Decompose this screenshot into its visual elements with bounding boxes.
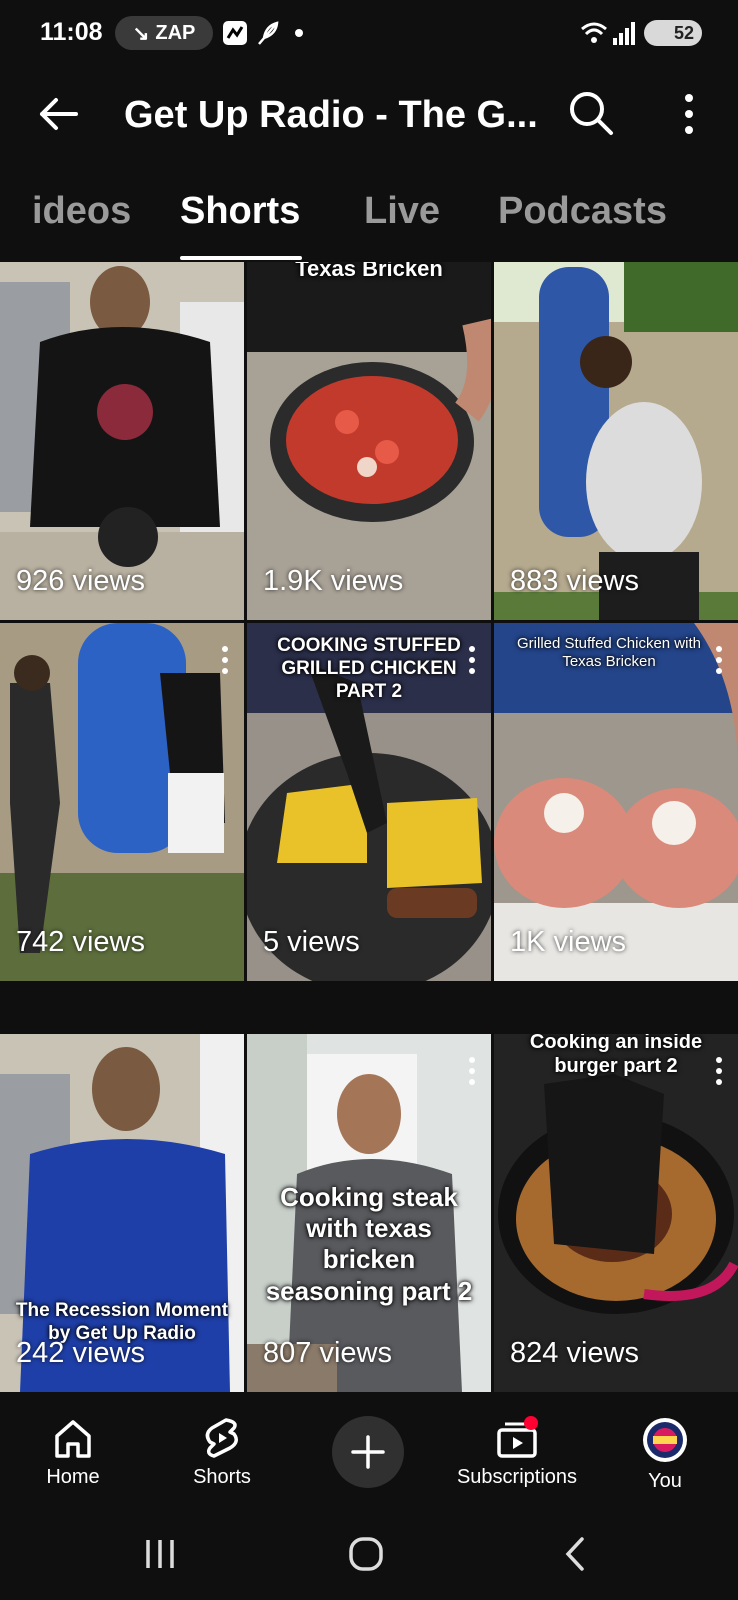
short-caption: Grilled Stuffed Chicken with Texas Brick… — [517, 635, 701, 670]
more-options-icon[interactable] — [714, 645, 724, 675]
short-view-count: 1K views — [510, 926, 627, 958]
plus-icon — [351, 1435, 385, 1469]
short-tile[interactable]: 926 views — [0, 262, 244, 620]
nav-home[interactable]: Home — [8, 1416, 138, 1489]
short-caption: Texas Bricken — [295, 262, 443, 281]
short-view-count: 883 views — [510, 565, 639, 597]
nav-subscriptions-label: Subscriptions — [456, 1466, 578, 1488]
more-options-icon[interactable] — [467, 645, 477, 675]
tab-videos[interactable]: ideos — [32, 190, 131, 233]
nav-you-label: You — [648, 1470, 682, 1492]
more-options-icon[interactable] — [674, 92, 704, 136]
short-view-count: 1.9K views — [263, 565, 404, 597]
short-view-count: 926 views — [16, 565, 145, 597]
system-navigation-bar — [0, 1512, 738, 1600]
short-tile[interactable]: 742 views — [0, 623, 244, 981]
create-button[interactable] — [332, 1416, 404, 1488]
carrier-badge: ↘ ZAP — [115, 16, 213, 50]
back-system-icon[interactable] — [560, 1536, 590, 1572]
short-caption: Cooking an inside burger part 2 — [529, 1034, 703, 1077]
notification-dot — [524, 1416, 538, 1430]
nav-shorts-label: Shorts — [193, 1466, 251, 1488]
channel-title: Get Up Radio - The G... — [124, 94, 538, 136]
short-view-count: 807 views — [263, 1337, 392, 1369]
nav-home-label: Home — [46, 1466, 100, 1488]
channel-tabs: ideos Shorts Live Podcasts — [0, 172, 738, 262]
wifi-icon — [581, 22, 607, 43]
short-tile[interactable]: Cooking an inside burger part 2 824 view… — [494, 1034, 738, 1392]
back-arrow-icon[interactable] — [36, 92, 80, 136]
signal-icon — [613, 22, 635, 45]
more-options-icon[interactable] — [714, 1056, 724, 1086]
app-notification-icon — [223, 21, 247, 45]
shorts-grid: 926 views Texas Bricken 1.9K views 883 v… — [0, 262, 738, 1402]
short-tile[interactable]: Grilled Stuffed Chicken with Texas Brick… — [494, 623, 738, 981]
status-time: 11:08 — [40, 18, 103, 46]
missed-call-icon: ↘ — [132, 22, 150, 45]
more-options-icon[interactable] — [220, 645, 230, 675]
tab-live[interactable]: Live — [364, 190, 440, 233]
short-view-count: 242 views — [16, 1337, 145, 1369]
subscriptions-icon — [497, 1416, 538, 1458]
recent-apps-icon[interactable] — [142, 1536, 178, 1572]
battery-indicator: 52 — [644, 20, 702, 46]
more-notifications-dot — [295, 29, 303, 37]
status-bar: 11:08 ↘ ZAP 52 — [0, 0, 738, 72]
tab-podcasts[interactable]: Podcasts — [498, 190, 667, 233]
short-view-count: 5 views — [263, 926, 360, 958]
short-view-count: 824 views — [510, 1337, 639, 1369]
nav-shorts[interactable]: Shorts — [157, 1416, 287, 1489]
bottom-navigation: Home Shorts Subscriptions You — [0, 1402, 738, 1512]
feather-icon — [258, 21, 279, 45]
short-caption: COOKING STUFFED GRILLED CHICKEN PART 2 — [277, 635, 461, 702]
channel-header: Get Up Radio - The G... — [0, 72, 738, 162]
shorts-icon — [205, 1418, 238, 1458]
short-tile[interactable]: The Recession Moment by Get Up Radio 242… — [0, 1034, 244, 1392]
short-tile[interactable]: 883 views — [494, 262, 738, 620]
more-options-icon[interactable] — [467, 1056, 477, 1086]
short-tile[interactable]: Cooking steak with texas bricken seasoni… — [247, 1034, 491, 1392]
active-tab-indicator — [180, 256, 302, 260]
nav-you[interactable]: You — [600, 1416, 730, 1493]
short-tile[interactable]: Texas Bricken 1.9K views — [247, 262, 491, 620]
avatar — [643, 1418, 687, 1462]
nav-subscriptions[interactable]: Subscriptions — [452, 1416, 582, 1489]
short-caption: Cooking steak with texas bricken seasoni… — [265, 1182, 473, 1306]
home-system-icon[interactable] — [348, 1536, 384, 1572]
short-tile[interactable]: COOKING STUFFED GRILLED CHICKEN PART 2 5… — [247, 623, 491, 981]
tab-shorts[interactable]: Shorts — [180, 190, 300, 233]
short-view-count: 742 views — [16, 926, 145, 958]
search-icon[interactable] — [568, 90, 614, 136]
home-icon — [55, 1420, 91, 1458]
